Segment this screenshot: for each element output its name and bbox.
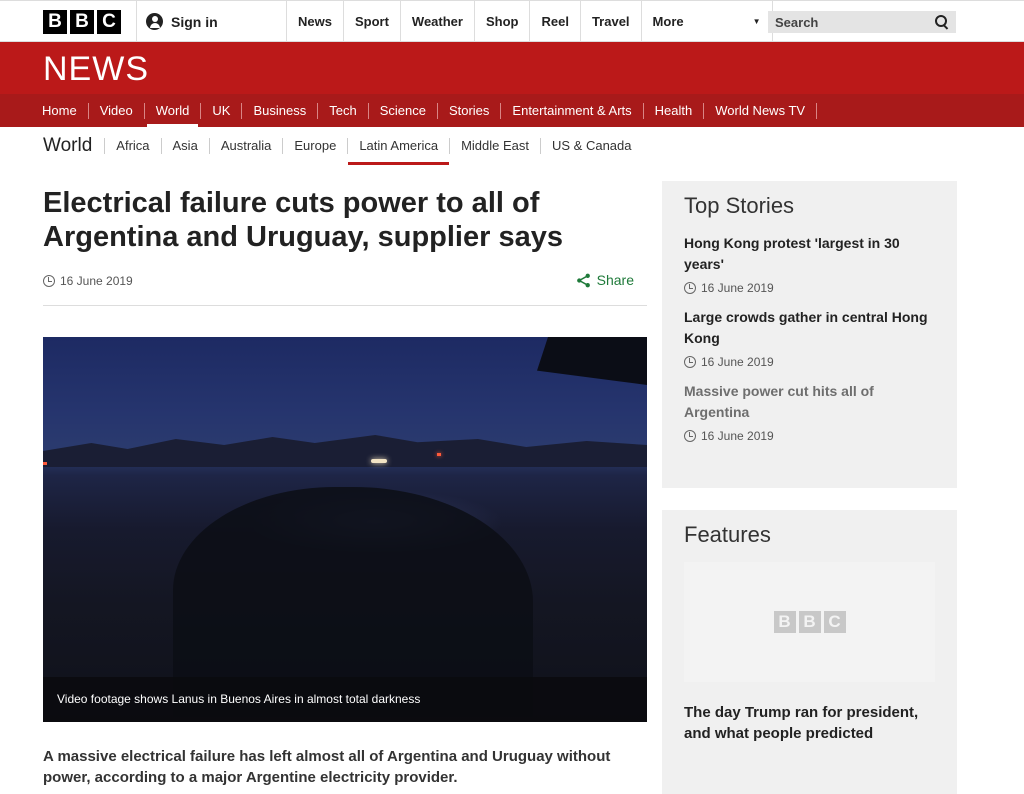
feature-title[interactable]: The day Trump ran for president, and wha… [684,702,935,744]
sub-nav-item-australia[interactable]: Australia [208,138,283,154]
top-nav-travel[interactable]: Travel [579,1,641,42]
features-panel: Features B B C The day Trump ran for pre… [662,510,957,794]
video-player[interactable]: Video footage shows Lanus in Buenos Aire… [43,337,647,722]
story-item[interactable]: Massive power cut hits all of Argentina … [684,381,935,443]
main-nav: Home Video World UK Business Tech Science Stori… [0,94,1024,127]
top-stories-heading: Top Stories [684,193,795,218]
video-frame-roof [537,337,647,385]
story-date-text: 16 June 2019 [701,281,774,295]
masthead: B B C Sign in News Sport Weather Shop Re… [0,0,1024,42]
news-wordmark[interactable]: NEWS [43,50,149,89]
video-caption: Video footage shows Lanus in Buenos Aire… [43,677,647,722]
story-item[interactable]: Large crowds gather in central Hong Kong… [684,307,935,369]
logo-letter: C [823,611,846,633]
top-nav-reel[interactable]: Reel [529,1,579,42]
sub-nav-item-europe[interactable]: Europe [282,138,347,154]
caret-down-icon: ▼ [752,17,761,26]
clock-icon [43,275,55,287]
story-date: 16 June 2019 [684,355,935,369]
sign-in-button[interactable]: Sign in [136,1,286,42]
sign-in-label: Sign in [171,13,218,30]
story-title[interactable]: Massive power cut hits all of Argentina [684,381,935,423]
story-date: 16 June 2019 [684,429,935,443]
logo-letter: B [43,10,67,34]
clock-icon [684,430,696,442]
sub-nav-item-africa[interactable]: Africa [104,138,160,154]
clock-icon [684,356,696,368]
main-nav-item-stories[interactable]: Stories [438,102,502,119]
top-nav-sport[interactable]: Sport [342,1,400,42]
search-icon[interactable] [935,15,949,29]
story-title[interactable]: Hong Kong protest 'largest in 30 years' [684,233,935,275]
top-nav-weather[interactable]: Weather [399,1,474,42]
article-lead: A massive electrical failure has left al… [43,748,611,786]
top-nav-more[interactable]: More ▼ [640,1,773,42]
sub-nav-item-middle-east[interactable]: Middle East [449,138,540,154]
story-date: 16 June 2019 [684,281,935,295]
sub-nav: World Africa Asia Australia Europe Latin Ame… [43,131,643,165]
sub-nav-item-latin-america[interactable]: Latin America [347,138,449,165]
main-nav-item-entertainment-arts[interactable]: Entertainment & Arts [501,102,644,119]
search-placeholder: Search [775,14,819,30]
article-date-text: 16 June 2019 [60,274,133,288]
main-nav-item-business[interactable]: Business [242,102,319,119]
video-frame-light [371,459,387,463]
main-nav-item-world-news-tv[interactable]: World News TV [704,102,818,119]
sub-nav-item-asia[interactable]: Asia [160,138,209,154]
top-nav-shop[interactable]: Shop [473,1,530,42]
sub-nav-item-us-canada[interactable]: US & Canada [540,138,643,154]
video-frame-skyline [43,435,647,467]
article-headline: Electrical failure cuts power to all of … [43,187,563,253]
top-nav-news[interactable]: News [286,1,343,42]
more-label: More [652,14,684,29]
bbc-logo-placeholder: B B C [773,611,846,633]
main-nav-item-video[interactable]: Video [89,102,145,119]
share-label: Share [596,272,634,288]
logo-letter: B [773,611,796,633]
video-frame-light [437,453,441,456]
main-nav-item-world[interactable]: World [145,102,202,127]
search-input[interactable]: Search [768,11,956,33]
feature-image-placeholder[interactable]: B B C [684,562,935,682]
section-title[interactable]: World [43,135,92,157]
features-heading: Features [684,522,771,547]
video-frame-light [43,462,47,465]
main-nav-item-science[interactable]: Science [369,102,438,119]
main-nav-item-uk[interactable]: UK [201,102,243,119]
article-meta: 16 June 2019 Share [43,272,647,306]
main-nav-item-home[interactable]: Home [31,102,89,119]
logo-letter: C [97,10,121,34]
main-nav-item-tech[interactable]: Tech [318,102,369,119]
share-icon [576,273,590,287]
share-button[interactable]: Share [576,272,634,288]
top-nav: News Sport Weather Shop Reel Travel More… [286,1,773,42]
story-title[interactable]: Large crowds gather in central Hong Kong [684,307,935,349]
main-nav-item-health[interactable]: Health [644,102,705,119]
story-item[interactable]: Hong Kong protest 'largest in 30 years' … [684,233,935,295]
article-date: 16 June 2019 [43,274,133,288]
top-stories-panel: Top Stories Hong Kong protest 'largest i… [662,181,957,488]
news-banner: NEWS [0,42,1024,94]
logo-letter: B [798,611,821,633]
clock-icon [684,282,696,294]
logo-letter: B [70,10,94,34]
story-date-text: 16 June 2019 [701,429,774,443]
bbc-logo[interactable]: B B C [43,10,121,34]
user-icon [146,13,163,30]
story-date-text: 16 June 2019 [701,355,774,369]
